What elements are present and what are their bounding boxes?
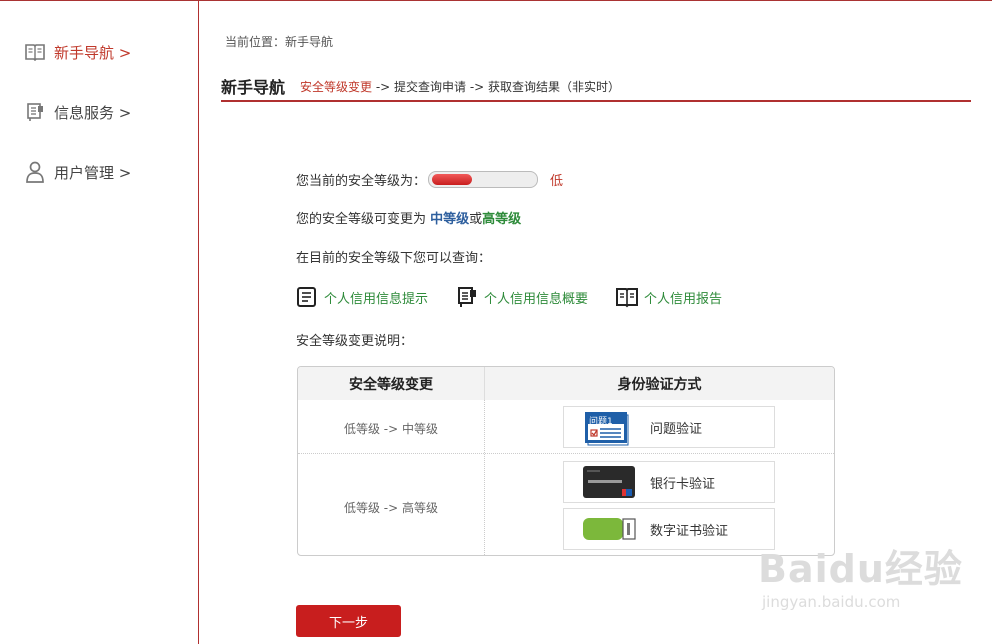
- question-verification-option[interactable]: 问题1 问题验证: [563, 406, 775, 448]
- page-title: 新手导航: [221, 78, 286, 97]
- sidebar-item-guide[interactable]: 新手导航 >: [24, 40, 131, 64]
- baidu-watermark: Baidu经验 jingyan.baidu.com: [758, 538, 963, 611]
- link-credit-info-hint[interactable]: 个人信用信息提示: [296, 286, 428, 308]
- table-divider: [484, 400, 485, 555]
- current-step: 安全等级变更: [300, 80, 373, 94]
- note-icon: [296, 286, 318, 308]
- digital-cert-verification-option[interactable]: 数字证书验证: [563, 508, 775, 550]
- level-change-note: 您的安全等级可变更为 中等级或高等级: [296, 208, 521, 227]
- security-level-row: 您当前的安全等级为： 低: [296, 169, 563, 189]
- sidebar-item-user-management[interactable]: 用户管理 >: [24, 160, 131, 184]
- book-icon: [24, 41, 46, 63]
- table-cell-change: 低等级 -> 中等级: [343, 422, 438, 436]
- watermark-brand: Baidu经验: [758, 547, 963, 591]
- page-header: 新手导航 安全等级变更 -> 提交查询申请 -> 获取查询结果（非实时）: [221, 74, 971, 102]
- sidebar-item-label: 新手导航 >: [54, 43, 132, 62]
- remaining-steps: -> 提交查询申请 -> 获取查询结果（非实时）: [372, 80, 621, 94]
- document-icon: [24, 101, 46, 123]
- high-level-text: 高等级: [482, 212, 522, 227]
- query-links: 个人信用信息提示 个人信用信息概要 个人信用报告: [296, 285, 750, 309]
- watermark-url: jingyan.baidu.com: [762, 593, 901, 611]
- or-text: 或: [469, 212, 483, 227]
- next-button[interactable]: 下一步: [296, 605, 401, 637]
- question-card-text: 问题1: [589, 417, 613, 427]
- usb-key-icon: [582, 512, 636, 546]
- user-icon: [24, 161, 46, 183]
- sidebar-item-info-service[interactable]: 信息服务 >: [24, 100, 131, 124]
- table-header-method: 身份验证方式: [485, 367, 834, 400]
- table-cell-change: 低等级 -> 高等级: [343, 501, 438, 515]
- sidebar: 新手导航 > 信息服务 > 用户管理 >: [0, 1, 199, 644]
- link-label: 个人信用信息概要: [484, 291, 589, 307]
- link-label: 个人信用信息提示: [324, 291, 429, 307]
- book-icon: [616, 286, 639, 308]
- sidebar-item-label: 信息服务 >: [54, 103, 132, 122]
- level-change-prefix: 您的安全等级可变更为: [296, 212, 431, 227]
- bank-card-verification-label: 银行卡验证: [650, 476, 716, 492]
- table-header-change: 安全等级变更: [298, 367, 485, 400]
- bank-card-icon: [582, 465, 636, 499]
- breadcrumb: 当前位置：新手导航: [225, 35, 334, 49]
- security-level-value: 低: [550, 173, 564, 189]
- document-icon: [456, 286, 478, 308]
- link-credit-report[interactable]: 个人信用报告: [616, 286, 722, 308]
- question-verification-label: 问题验证: [650, 421, 703, 437]
- mid-level-text: 中等级: [430, 212, 470, 227]
- explain-title: 安全等级变更说明：: [296, 334, 414, 349]
- question-card-icon: 问题1: [582, 410, 636, 446]
- digital-cert-verification-label: 数字证书验证: [650, 523, 729, 539]
- step-indicator: 安全等级变更 -> 提交查询申请 -> 获取查询结果（非实时）: [300, 78, 620, 95]
- link-label: 个人信用报告: [644, 291, 723, 307]
- verification-table: 安全等级变更 身份验证方式 低等级 -> 中等级 问题1 问题验证 低等级 ->…: [297, 366, 835, 556]
- security-level-meter-fill: [432, 173, 473, 185]
- sidebar-item-label: 用户管理 >: [54, 163, 132, 182]
- query-note: 在目前的安全等级下您可以查询：: [296, 251, 492, 266]
- link-credit-info-summary[interactable]: 个人信用信息概要: [456, 286, 588, 308]
- security-level-meter: [428, 170, 539, 188]
- table-divider: [298, 453, 834, 454]
- security-level-label: 您当前的安全等级为：: [296, 173, 427, 189]
- bank-card-verification-option[interactable]: 银行卡验证: [563, 461, 775, 503]
